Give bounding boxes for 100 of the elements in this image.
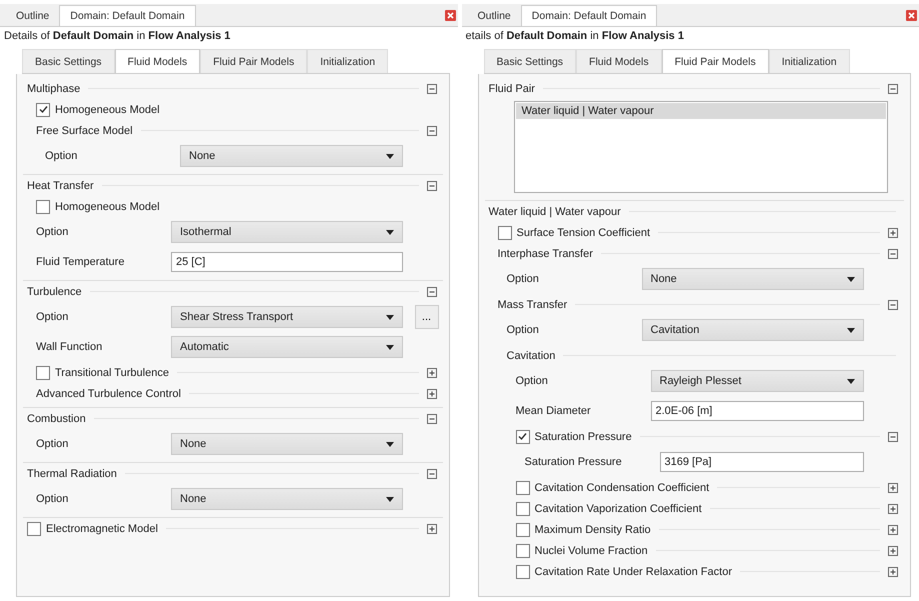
checkbox[interactable] xyxy=(516,522,530,536)
collapse-icon[interactable] xyxy=(888,248,898,258)
section-title: Free Surface Model xyxy=(36,124,133,136)
section-title: Advanced Turbulence Control xyxy=(36,388,181,400)
collapse-icon[interactable] xyxy=(426,84,436,94)
caret-icon xyxy=(386,230,394,234)
panel-tab[interactable]: Domain: Default Domain xyxy=(59,5,196,26)
dropdown[interactable]: None xyxy=(642,268,864,290)
checkbox[interactable] xyxy=(516,544,530,558)
dropdown[interactable]: Shear Stress Transport xyxy=(171,306,402,328)
dropdown[interactable]: Cavitation xyxy=(642,319,864,341)
dropdown[interactable]: None xyxy=(171,433,402,455)
field-label: Fluid Temperature xyxy=(36,256,126,268)
settings-tab[interactable]: Fluid Pair Models xyxy=(662,49,769,73)
checkbox[interactable] xyxy=(516,480,530,494)
field-label: Wall Function xyxy=(36,341,104,353)
section-title: Multiphase xyxy=(27,82,80,94)
field-label: Option xyxy=(506,324,540,336)
checkbox-label: Homogeneous Model xyxy=(55,104,160,116)
collapse-icon[interactable] xyxy=(888,300,898,310)
checkbox[interactable] xyxy=(498,226,512,240)
section-title: Mass Transfer xyxy=(498,298,568,310)
settings-tab[interactable]: Initialization xyxy=(307,49,388,73)
settings-tab[interactable]: Fluid Models xyxy=(114,49,200,73)
panel-tab[interactable]: Outline xyxy=(468,6,521,26)
expand-icon[interactable] xyxy=(426,388,436,398)
dropdown[interactable]: None xyxy=(171,488,402,510)
more-button[interactable]: ... xyxy=(414,305,438,329)
checkbox[interactable] xyxy=(516,430,530,444)
section-title: Nuclei Volume Fraction xyxy=(534,544,648,556)
settings-tab[interactable]: Fluid Pair Models xyxy=(200,49,308,73)
expand-icon[interactable] xyxy=(888,504,898,514)
close-icon[interactable] xyxy=(906,10,917,21)
collapse-icon[interactable] xyxy=(426,468,436,478)
field-label: Option xyxy=(36,226,70,238)
section-title: Cavitation Rate Under Relaxation Factor xyxy=(534,566,732,578)
collapse-icon[interactable] xyxy=(426,414,436,424)
dropdown[interactable]: None xyxy=(180,145,402,167)
caret-icon xyxy=(386,496,394,502)
expand-icon[interactable] xyxy=(426,524,436,534)
list-item[interactable]: Water liquid | Water vapour xyxy=(516,103,886,119)
settings-tab[interactable]: Basic Settings xyxy=(484,49,576,73)
input-field[interactable]: 3169 [Pa] xyxy=(660,452,864,472)
field-label: Option xyxy=(36,311,70,323)
checkbox-label: Homogeneous Model xyxy=(55,200,160,212)
details-heading: Details of Default Domain in Flow Analysis 1 xyxy=(3,29,232,44)
caret-icon xyxy=(386,154,394,158)
panel-tab[interactable]: Domain: Default Domain xyxy=(520,5,658,26)
checkbox[interactable] xyxy=(36,366,50,380)
checkbox[interactable] xyxy=(516,502,530,516)
section-title: Fluid Pair xyxy=(488,82,535,94)
section-title: Heat Transfer xyxy=(27,180,94,192)
input-field[interactable]: 2.0E-06 [m] xyxy=(650,401,864,421)
checkbox[interactable] xyxy=(36,200,50,214)
caret-icon xyxy=(847,276,855,282)
section-title: Saturation Pressure xyxy=(534,430,632,442)
caret-icon xyxy=(847,328,855,332)
section-title: Combustion xyxy=(27,412,86,424)
checkbox[interactable] xyxy=(27,522,41,536)
field-label: Option xyxy=(45,150,78,162)
field-label: Mean Diameter xyxy=(516,405,592,417)
section-title: Transitional Turbulence xyxy=(55,366,169,378)
details-heading: etails of Default Domain in Flow Analysis 1 xyxy=(464,29,685,44)
section-title: Maximum Density Ratio xyxy=(534,524,651,536)
collapse-icon[interactable] xyxy=(426,180,436,190)
field-label: Option xyxy=(506,273,540,285)
collapse-icon[interactable] xyxy=(426,126,436,136)
check-icon xyxy=(517,431,528,442)
section-title: Thermal Radiation xyxy=(27,468,117,480)
input-field[interactable]: 25 [C] xyxy=(171,252,402,272)
dropdown[interactable]: Automatic xyxy=(171,336,402,358)
section-title: Electromagnetic Model xyxy=(46,522,158,534)
panel-tab[interactable]: Outline xyxy=(6,6,60,26)
checkbox[interactable] xyxy=(36,102,50,116)
section-title: Surface Tension Coefficient xyxy=(516,226,650,238)
section-title: Water liquid | Water vapour xyxy=(488,206,621,218)
expand-icon[interactable] xyxy=(888,546,898,556)
expand-icon[interactable] xyxy=(426,368,436,378)
section-title: Cavitation Vaporization Coefficient xyxy=(534,502,702,514)
collapse-icon[interactable] xyxy=(426,286,436,296)
section-title: Turbulence xyxy=(27,286,82,298)
settings-tab[interactable]: Initialization xyxy=(768,49,850,73)
section-title: Cavitation xyxy=(506,350,556,362)
section-title: Cavitation Condensation Coefficient xyxy=(534,482,710,494)
settings-tab[interactable]: Basic Settings xyxy=(22,49,115,73)
dropdown[interactable]: Rayleigh Plesset xyxy=(650,370,864,392)
expand-icon[interactable] xyxy=(888,482,898,492)
dropdown[interactable]: Isothermal xyxy=(171,221,402,243)
settings-tab[interactable]: Fluid Models xyxy=(576,49,662,73)
collapse-icon[interactable] xyxy=(888,84,898,94)
field-label: Option xyxy=(516,375,549,387)
field-label: Saturation Pressure xyxy=(524,456,623,468)
caret-icon xyxy=(386,344,394,350)
expand-icon[interactable] xyxy=(888,566,898,576)
expand-icon[interactable] xyxy=(888,228,898,238)
expand-icon[interactable] xyxy=(888,524,898,534)
close-icon[interactable] xyxy=(444,10,456,21)
checkbox[interactable] xyxy=(516,564,530,578)
field-label: Option xyxy=(36,438,70,450)
collapse-icon[interactable] xyxy=(888,432,898,442)
